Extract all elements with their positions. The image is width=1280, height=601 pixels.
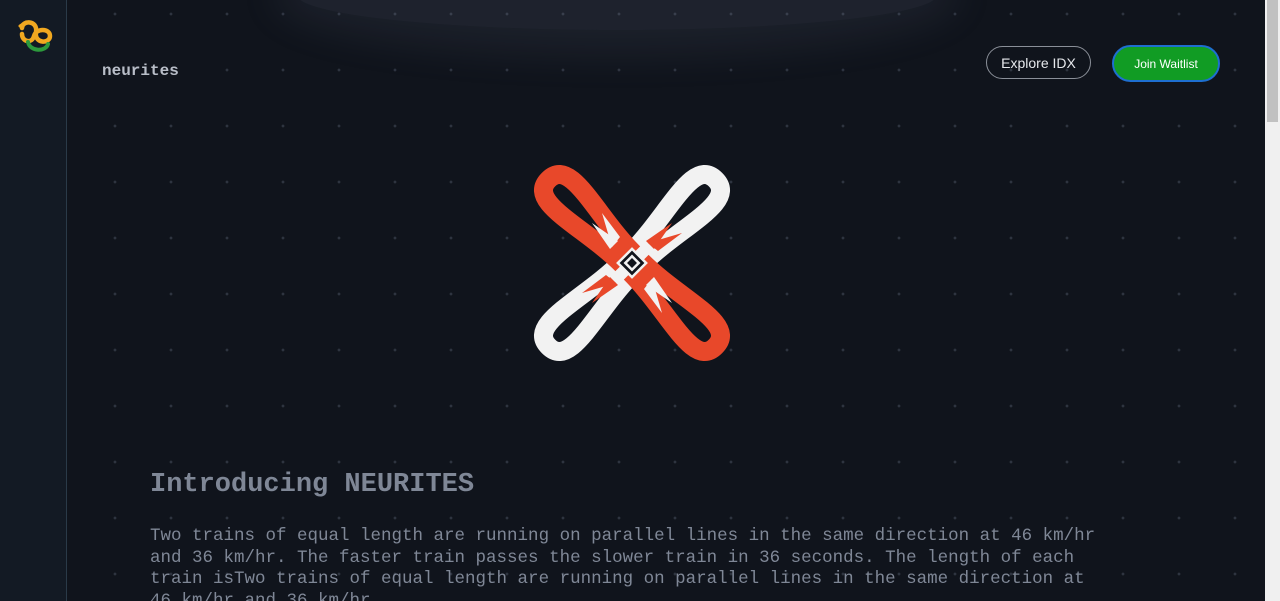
knot-logo-icon[interactable] [16, 18, 56, 54]
explore-idx-button[interactable]: Explore IDX [986, 46, 1091, 79]
app-window: neurites Explore IDX Join Waitlist Intro… [0, 0, 1280, 601]
header-glow [297, 0, 937, 30]
join-waitlist-button[interactable]: Join Waitlist [1112, 45, 1220, 82]
scrollbar[interactable] [1265, 0, 1280, 601]
scrollbar-thumb[interactable] [1267, 0, 1278, 122]
main-content: neurites Explore IDX Join Waitlist Intro… [67, 0, 1265, 601]
intro-title: Introducing NEURITES [150, 470, 475, 500]
intro-body: Two trains of equal length are running o… [150, 526, 1096, 601]
neurites-logo-icon [534, 165, 730, 361]
brand-name[interactable]: neurites [102, 62, 179, 80]
sidebar [0, 0, 67, 601]
